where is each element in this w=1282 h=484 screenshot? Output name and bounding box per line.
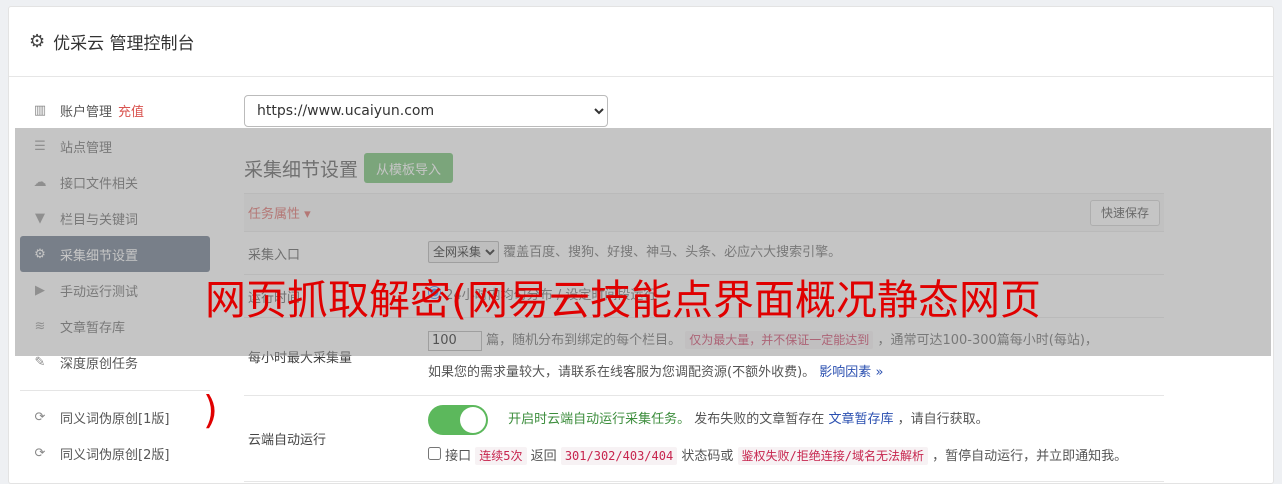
- sidebar-item-synonym-v1[interactable]: ⟳ 同义词伪原创[1版]: [20, 399, 210, 435]
- max-note-code: 仅为最大量，并不保证一定能达到: [685, 331, 874, 349]
- row-label: 云端自动运行: [248, 433, 327, 448]
- recharge-link[interactable]: 充值: [118, 101, 144, 120]
- max-text-3: 如果您的需求量较大，请联系在线客服为您调配资源(不额外收费)。: [428, 365, 816, 380]
- chevron-down-icon: »: [875, 365, 884, 380]
- cloud-upload-icon: ☁: [33, 174, 47, 190]
- row-max-per-hour: 每小时最大采集量 篇，随机分布到绑定的每个栏目。 仅为最大量，并不保证一定能达到…: [244, 318, 1164, 396]
- filter-icon: ▼: [35, 210, 45, 226]
- sidebar-item-sites[interactable]: ☰ 站点管理: [20, 128, 210, 164]
- sidebar-item-label: 文章暂存库: [60, 320, 126, 336]
- watermark-paren: ): [203, 388, 218, 432]
- section-header: 采集细节设置 从模板导入: [244, 153, 1164, 194]
- text-return: 返回: [530, 449, 557, 464]
- refresh-icon: ⟳: [34, 445, 46, 461]
- text-end: ，暂停自动运行，并立即通知我。: [932, 449, 1128, 464]
- task-attribute-bar: 任务属性 ▾ 快速保存: [244, 194, 1164, 232]
- sidebar: ▥ 账户管理 充值 ☰ 站点管理 ☁ 接口文件相关 ▼ 栏目与关键词 ⚙ 采集细…: [20, 92, 210, 471]
- toggle-knob: [460, 406, 486, 433]
- sidebar-item-label: 采集细节设置: [60, 248, 139, 264]
- sidebar-divider: [20, 390, 210, 391]
- interface-pause-checkbox[interactable]: [428, 447, 441, 460]
- row-value: 篇，随机分布到绑定的每个栏目。 仅为最大量，并不保证一定能达到 ，通常可达100…: [428, 318, 1164, 395]
- sidebar-item-synonym-v2[interactable]: ⟳ 同义词伪原创[2版]: [20, 435, 210, 471]
- refresh-icon: ⟳: [34, 409, 46, 425]
- section-title: 采集细节设置: [244, 158, 359, 181]
- import-template-button[interactable]: 从模板导入: [364, 153, 454, 183]
- sidebar-item-manual-test[interactable]: ▶ 手动运行测试: [20, 272, 210, 308]
- task-attribute-toggle[interactable]: 任务属性 ▾: [248, 203, 311, 222]
- sidebar-item-label: 深度原创任务: [60, 356, 139, 372]
- sidebar-item-label: 栏目与关键词: [60, 212, 139, 228]
- sidebar-item-label: 站点管理: [60, 140, 113, 156]
- console-header: ⚙ 优采云 管理控制台: [9, 7, 1273, 77]
- row-value: 开启时云端自动运行采集任务。 发布失败的文章暂存在 文章暂存库 ，请自行获取。 …: [428, 396, 1164, 481]
- max-text-1: 篇，随机分布到绑定的每个栏目。: [486, 333, 682, 348]
- sidebar-item-label: 同义词伪原创[2版]: [60, 447, 170, 463]
- code-consecutive: 连续5次: [475, 447, 527, 465]
- sidebar-item-columns-keywords[interactable]: ▼ 栏目与关键词: [20, 200, 210, 236]
- sidebar-item-label: 手动运行测试: [60, 284, 139, 300]
- code-status: 301/302/403/404: [560, 447, 678, 465]
- sidebar-item-interface-files[interactable]: ☁ 接口文件相关: [20, 164, 210, 200]
- sidebar-item-article-store[interactable]: ≋ 文章暂存库: [20, 308, 210, 344]
- edit-icon: ✎: [34, 354, 46, 370]
- text-or: 状态码或: [681, 449, 734, 464]
- factors-link[interactable]: 影响因素: [819, 365, 871, 380]
- page-title: 优采云 管理控制台: [53, 34, 195, 54]
- gear-icon: ⚙: [29, 31, 46, 52]
- code-errors: 鉴权失败/拒绝连接/域名无法解析: [737, 447, 928, 465]
- server-icon: ☰: [34, 138, 46, 154]
- cloud-text-1: 发布失败的文章暂存在: [694, 412, 825, 427]
- cloud-text-2: ，请自行获取。: [897, 412, 989, 427]
- cloud-auto-run-toggle[interactable]: [428, 404, 488, 435]
- cloud-desc-green: 开启时云端自动运行采集任务。: [508, 412, 691, 427]
- collect-entry-select[interactable]: 全网采集: [428, 241, 499, 263]
- cogs-icon: ⚙: [34, 246, 46, 262]
- quick-save-button[interactable]: 快速保存: [1089, 199, 1160, 226]
- database-icon: ≋: [34, 318, 46, 334]
- max-text-2: ，通常可达100-300篇每小时(每站)，: [877, 333, 1098, 348]
- row-cloud-auto-run: 云端自动运行 开启时云端自动运行采集任务。 发布失败的文章暂存在 文章暂存库 ，…: [244, 396, 1164, 482]
- article-store-link[interactable]: 文章暂存库: [828, 412, 893, 427]
- sidebar-item-deep-original[interactable]: ✎ 深度原创任务: [20, 344, 210, 380]
- play-icon: ▶: [35, 282, 45, 298]
- sidebar-item-label: 同义词伪原创[1版]: [60, 411, 170, 427]
- collect-entry-desc: 覆盖百度、搜狗、好搜、神马、头条、必应六大搜索引擎。: [503, 245, 842, 260]
- row-label: 每小时最大采集量: [248, 351, 353, 366]
- site-select[interactable]: https://www.ucaiyun.com: [244, 95, 608, 127]
- sidebar-item-collect-settings[interactable]: ⚙ 采集细节设置: [20, 236, 210, 272]
- sidebar-item-label: 账户管理: [60, 104, 113, 120]
- checkbox-label: 接口: [445, 449, 472, 464]
- max-per-hour-input[interactable]: [428, 330, 482, 351]
- sidebar-item-label: 接口文件相关: [60, 176, 139, 192]
- sidebar-item-account[interactable]: ▥ 账户管理 充值: [20, 92, 210, 128]
- watermark-title: 网页抓取解密(网易云技能点界面概况静态网页: [205, 276, 1041, 324]
- bar-chart-icon: ▥: [33, 102, 47, 118]
